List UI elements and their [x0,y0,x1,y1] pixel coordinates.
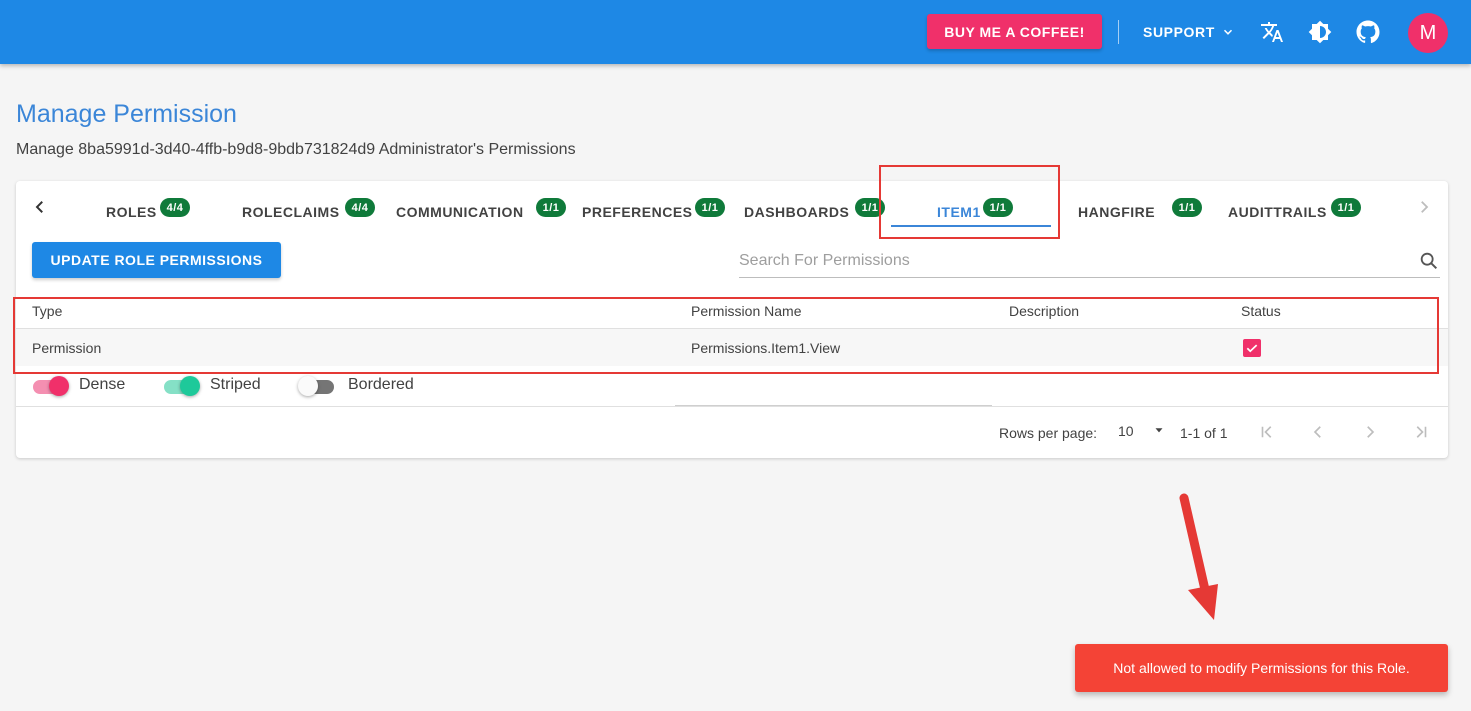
tab-label: HANGFIRE [1078,204,1156,220]
app-bar: BUY ME A COFFEE! SUPPORT M [0,0,1471,64]
chevron-down-icon [1223,29,1232,35]
chevron-left-icon [35,201,43,213]
tab-badge: 1/1 [695,198,725,217]
table-highlight-box [13,297,1439,374]
tab-label: AUDITTRAILS [1228,204,1327,220]
pagination-divider [16,406,1448,407]
first-page-icon [1261,426,1272,438]
tab-label: PREFERENCES [582,204,693,220]
error-snackbar: Not allowed to modify Permissions for th… [1075,644,1448,692]
scrollbar-track [675,405,992,406]
switch-thumb [49,376,69,396]
translate-icon[interactable] [1259,19,1285,45]
tab-badge: 4/4 [160,198,190,217]
tab-badge: 1/1 [536,198,566,217]
update-role-permissions-button[interactable]: UPDATE ROLE PERMISSIONS [32,242,281,278]
dense-switch[interactable]: Dense [33,376,153,396]
tab-label: COMMUNICATION [396,204,524,220]
rows-per-page-label: Rows per page: [999,425,1098,441]
last-page-button[interactable] [1410,421,1432,443]
github-icon[interactable] [1355,19,1381,45]
page-subtitle: Manage 8ba5991d-3d40-4ffb-b9d8-9bdb73182… [16,141,576,158]
tab-label: ROLECLAIMS [242,204,340,220]
dense-label: Dense [79,376,126,393]
switch-thumb [180,376,200,396]
active-tab-highlight-box [879,165,1060,239]
brightness-icon[interactable] [1307,19,1333,45]
last-page-icon [1416,426,1427,438]
snackbar-message: Not allowed to modify Permissions for th… [1113,660,1410,676]
striped-label: Striped [210,376,261,393]
tab-badge: 1/1 [1331,198,1361,217]
support-label: SUPPORT [1143,24,1215,40]
chevron-left-icon [1313,426,1321,438]
next-page-button[interactable] [1359,421,1381,443]
chevron-right-icon [1421,201,1429,213]
tab-badge: 1/1 [1172,198,1202,217]
tab-badge: 4/4 [345,198,375,217]
switch-thumb [298,376,318,396]
bordered-label: Bordered [348,376,414,393]
search-icon[interactable] [1418,250,1440,272]
striped-switch[interactable]: Striped [164,376,294,396]
annotation-arrow-icon [1179,493,1218,620]
tab-scroll-left-button[interactable] [28,195,52,219]
tab-label: DASHBOARDS [744,204,850,220]
chevron-right-icon [1367,426,1375,438]
caret-down-icon[interactable] [1152,423,1166,437]
tab-scroll-right-button[interactable] [1412,195,1436,219]
first-page-button[interactable] [1256,421,1278,443]
tab-label: ROLES [106,204,157,220]
support-menu[interactable]: SUPPORT [1143,23,1235,41]
avatar[interactable]: M [1408,13,1448,53]
page-title: Manage Permission [16,100,237,128]
bordered-switch[interactable]: Bordered [298,376,440,396]
rows-per-page-select[interactable]: 10 [1118,423,1134,439]
buy-me-a-coffee-button[interactable]: BUY ME A COFFEE! [927,14,1102,49]
previous-page-button[interactable] [1307,421,1329,443]
search-input[interactable] [739,249,1409,273]
pagination-range: 1-1 of 1 [1180,425,1228,441]
appbar-divider [1118,20,1119,44]
search-field [739,247,1440,278]
